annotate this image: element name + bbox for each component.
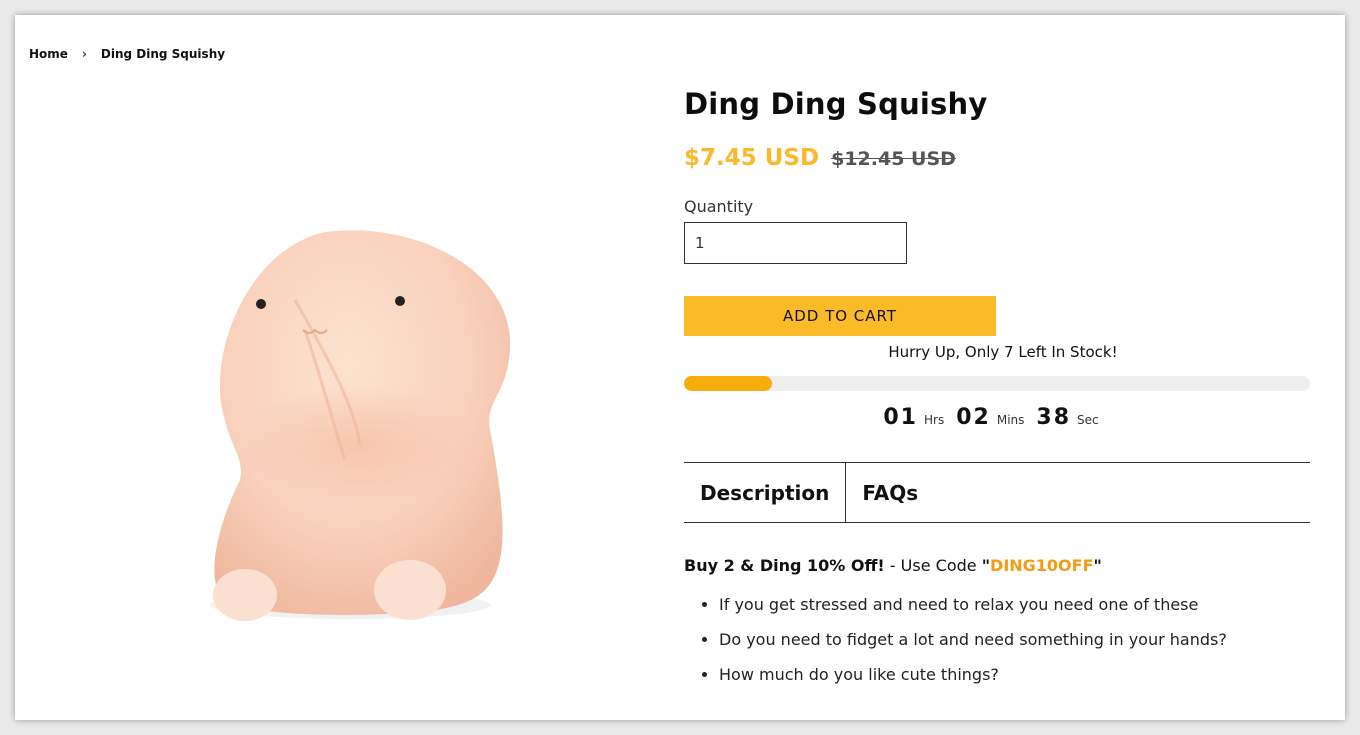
promo-headline: Buy 2 & Ding 10% Off! [684, 556, 885, 575]
breadcrumb-separator-icon: › [81, 47, 87, 61]
timer-hours-unit: Hrs [924, 413, 945, 427]
sale-price: $7.45 USD [684, 145, 820, 171]
timer-hours: 01 [883, 405, 918, 430]
product-image[interactable] [185, 210, 515, 630]
add-to-cart-button[interactable]: ADD TO CART [684, 296, 996, 336]
stock-progress-bar [684, 376, 1310, 391]
product-tabs: Description FAQs [684, 462, 1310, 523]
timer-secs-unit: Sec [1077, 413, 1099, 427]
stock-progress-fill [684, 376, 772, 391]
list-item: Do you need to fidget a lot and need som… [719, 622, 1310, 657]
breadcrumb: Home › Ding Ding Squishy [29, 47, 225, 61]
feature-list: If you get stressed and need to relax yo… [684, 587, 1310, 692]
countdown-timer: 01 Hrs 02 Mins 38 Sec [684, 405, 1310, 430]
timer-mins-unit: Mins [996, 413, 1025, 427]
tab-faqs[interactable]: FAQs [846, 463, 934, 522]
promo-code: DING10OFF [990, 556, 1094, 575]
list-item: How much do you like cute things? [719, 657, 1310, 692]
list-item: If you get stressed and need to relax yo… [719, 587, 1310, 622]
compare-price: $12.45 USD [831, 148, 956, 170]
stock-message: Hurry Up, Only 7 Left In Stock! [888, 343, 1118, 361]
promo-text: - Use Code [884, 556, 982, 575]
tab-description[interactable]: Description [684, 463, 847, 522]
breadcrumb-current-link[interactable]: Ding Ding Squishy [101, 47, 225, 61]
quantity-label: Quantity [684, 197, 754, 216]
timer-secs: 38 [1036, 405, 1072, 430]
quantity-input[interactable] [684, 222, 907, 264]
price-row: $7.45 USD $12.45 USD [684, 145, 1310, 171]
product-title: Ding Ding Squishy [684, 87, 988, 121]
product-page: Home › Ding Ding Squishy Ding Ding Squis… [15, 15, 1345, 720]
product-info: Ding Ding Squishy $7.45 USD $12.45 USD Q… [684, 87, 1310, 692]
breadcrumb-home-link[interactable]: Home [29, 47, 68, 61]
timer-mins: 02 [956, 405, 991, 430]
promo-line: Buy 2 & Ding 10% Off! - Use Code "DING10… [684, 556, 1102, 575]
